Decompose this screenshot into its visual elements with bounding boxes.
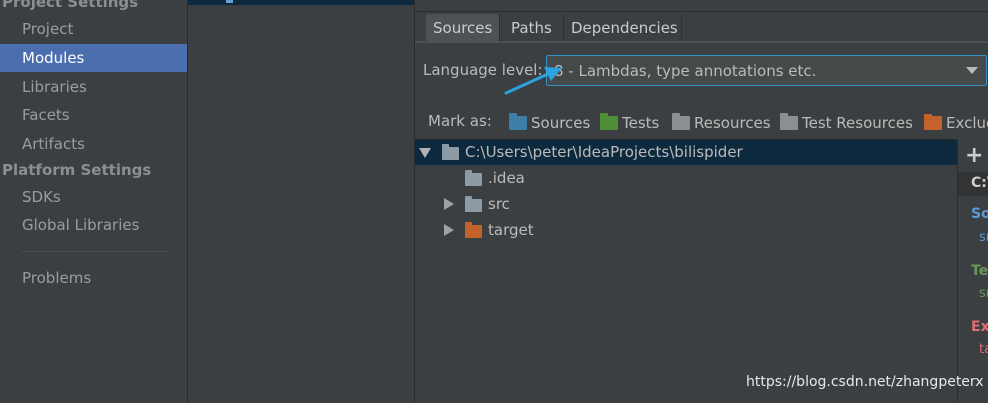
- mark-sources-label: Sources: [531, 114, 591, 132]
- test-resources-folder-icon: [780, 113, 798, 130]
- summary-tests-path: sr: [979, 286, 988, 301]
- add-content-root-button[interactable]: +: [965, 143, 983, 168]
- sidebar-item-modules[interactable]: Modules: [0, 44, 187, 72]
- tree-item-src[interactable]: src: [488, 195, 510, 213]
- mark-test-resources-button[interactable]: Test Resources: [780, 113, 913, 132]
- dropdown-arrow-icon[interactable]: [966, 67, 978, 74]
- resources-folder-icon: [672, 113, 690, 130]
- excluded-folder-icon: [924, 114, 942, 130]
- tab-sources[interactable]: Sources: [426, 14, 500, 42]
- excluded-folder-icon: [465, 222, 482, 238]
- panel-divider: [415, 11, 988, 12]
- sidebar-item-problems[interactable]: Problems: [0, 264, 187, 292]
- mark-test-resources-label: Test Resources: [802, 114, 913, 132]
- mark-resources-label: Resources: [694, 114, 771, 132]
- summary-tests-title: Te: [971, 263, 988, 279]
- mark-resources-button[interactable]: Resources: [672, 113, 771, 132]
- summary-sources-title: So: [971, 206, 988, 222]
- sidebar-item-project[interactable]: Project: [0, 15, 187, 43]
- tree-root-label: C:\Users\peter\IdeaProjects\bilispider: [465, 143, 743, 161]
- module-icon: [226, 0, 233, 3]
- tree-item-idea[interactable]: .idea: [488, 169, 525, 187]
- sidebar-item-artifacts[interactable]: Artifacts: [0, 130, 187, 158]
- mark-tests-button[interactable]: Tests: [600, 113, 660, 132]
- tab-paths[interactable]: Paths: [504, 14, 564, 42]
- sidebar-item-libraries[interactable]: Libraries: [0, 73, 187, 101]
- tree-item-target[interactable]: target: [488, 221, 534, 239]
- annotation-arrow-icon: [504, 67, 562, 95]
- tests-folder-icon: [600, 113, 618, 130]
- platform-settings-header: Platform Settings: [2, 161, 152, 179]
- summary-path: C:\: [971, 175, 988, 191]
- sidebar-item-facets[interactable]: Facets: [0, 101, 187, 129]
- mark-as-label: Mark as:: [428, 112, 492, 130]
- project-settings-header: Project Settings: [2, 0, 139, 11]
- folder-icon: [465, 170, 482, 186]
- summary-excluded-path: ta: [979, 342, 988, 357]
- language-level-select[interactable]: 8 - Lambdas, type annotations etc.: [546, 55, 987, 86]
- summary-excluded-title: Ex: [971, 319, 988, 335]
- collapse-toggle-icon[interactable]: [444, 224, 454, 236]
- mark-excluded-button[interactable]: Excluded: [924, 114, 988, 132]
- module-list[interactable]: [188, 0, 415, 402]
- mark-tests-label: Tests: [622, 114, 660, 132]
- collapse-toggle-icon[interactable]: [444, 198, 454, 210]
- folder-icon: [442, 144, 459, 160]
- language-level-value: 8 - Lambdas, type annotations etc.: [554, 62, 817, 80]
- sidebar-item-sdks[interactable]: SDKs: [0, 183, 187, 211]
- expand-toggle-icon[interactable]: [419, 148, 431, 158]
- mark-excluded-label: Excluded: [946, 114, 988, 132]
- tab-strip-underline: [415, 41, 988, 43]
- summary-sources-path: sr: [979, 230, 988, 245]
- settings-sidebar: Project Settings Project Modules Librari…: [0, 0, 188, 402]
- mark-sources-button[interactable]: Sources: [509, 113, 591, 132]
- sources-folder-icon: [509, 113, 527, 130]
- sidebar-divider: [22, 251, 168, 252]
- folder-icon: [465, 196, 482, 212]
- watermark: https://blog.csdn.net/zhangpeterx: [746, 374, 984, 390]
- tab-dependencies[interactable]: Dependencies: [564, 14, 682, 42]
- module-list-selected-row[interactable]: [188, 0, 414, 5]
- sidebar-item-global-libraries[interactable]: Global Libraries: [0, 211, 187, 239]
